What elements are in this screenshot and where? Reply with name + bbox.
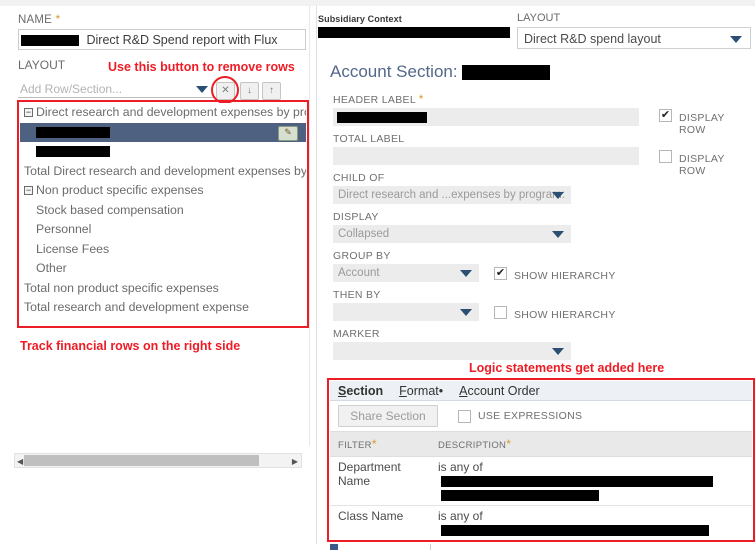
left-panel: NAME * Direct R&D Spend report with Flux… — [0, 6, 316, 544]
total-label-field-group: TOTAL LABEL DISPLAY ROW — [333, 133, 753, 177]
display-select[interactable]: Collapsed — [333, 225, 571, 243]
display-label: DISPLAY — [333, 211, 379, 223]
scrollbar-thumb[interactable] — [24, 455, 259, 466]
child-of-field-group: CHILD OF Direct research and ...expenses… — [333, 172, 753, 204]
bottom-strip — [330, 544, 752, 550]
inner-divider — [309, 6, 310, 446]
move-row-down-button[interactable]: ↓ — [240, 82, 259, 100]
chevron-down-icon[interactable] — [196, 86, 208, 93]
subsidiary-context-group: Subsidiary Context — [318, 14, 510, 38]
layout-select-value: Direct R&D spend layout — [524, 32, 661, 46]
scroll-left-arrow-icon[interactable]: ◀ — [17, 457, 23, 466]
chevron-down-icon[interactable] — [460, 270, 472, 277]
marker-select[interactable] — [333, 342, 571, 360]
annotation-box-section — [327, 378, 755, 542]
header-label-input[interactable] — [333, 108, 639, 126]
layout-select-label: LAYOUT — [517, 12, 561, 24]
child-of-select[interactable]: Direct research and ...expenses by progr… — [333, 186, 571, 204]
header-label-text: HEADER LABEL — [333, 94, 416, 106]
name-input-value: Direct R&D Spend report with Flux — [86, 33, 278, 47]
bottom-strip-marker — [330, 544, 338, 550]
name-field-group: NAME * Direct R&D Spend report with Flux — [18, 12, 310, 50]
right-panel: Subsidiary Context LAYOUT Direct R&D spe… — [317, 6, 755, 550]
layout-select[interactable]: Direct R&D spend layout — [517, 27, 751, 49]
name-label: NAME * — [18, 12, 310, 26]
page-title-redaction — [461, 65, 550, 81]
then-by-label: THEN BY — [333, 289, 381, 301]
group-by-field-group: GROUP BY Account ✔ SHOW HIERARCHY — [333, 250, 753, 282]
display-row-checkbox-2[interactable] — [659, 150, 672, 163]
name-redaction — [21, 35, 79, 47]
header-label-label: HEADER LABEL * — [333, 92, 753, 106]
header-label-field-group: HEADER LABEL * ✔ DISPLAY ROW — [333, 92, 753, 136]
scroll-right-arrow-icon[interactable]: ▶ — [292, 457, 298, 466]
add-row-section-placeholder: Add Row/Section... — [20, 82, 123, 96]
chevron-down-icon[interactable] — [552, 231, 564, 238]
name-input[interactable]: Direct R&D Spend report with Flux — [18, 29, 306, 50]
show-hierarchy-label-1: SHOW HIERARCHY — [514, 270, 616, 282]
section-form: HEADER LABEL * ✔ DISPLAY ROW TOTAL LABEL… — [333, 92, 753, 367]
arrow-up-icon: ↑ — [269, 85, 274, 96]
chevron-down-icon[interactable] — [730, 36, 742, 43]
subsidiary-context-redaction — [318, 27, 510, 38]
group-by-select[interactable]: Account — [333, 264, 479, 282]
page-title: Account Section: — [330, 62, 550, 82]
total-label-input[interactable] — [333, 147, 639, 165]
show-hierarchy-label-2: SHOW HIERARCHY — [514, 309, 616, 321]
chevron-down-icon[interactable] — [460, 309, 472, 316]
show-hierarchy-checkbox-2[interactable] — [494, 306, 507, 319]
add-row-section-select[interactable]: Add Row/Section... — [18, 80, 214, 98]
annotation-remove-rows: Use this button to remove rows — [108, 60, 295, 74]
group-by-label: GROUP BY — [333, 250, 391, 262]
display-row-checkbox-1[interactable]: ✔ — [659, 109, 672, 122]
tree-horizontal-scrollbar[interactable]: ◀ ▶ — [14, 453, 302, 468]
display-value: Collapsed — [338, 228, 390, 240]
total-label-label: TOTAL LABEL — [333, 133, 405, 145]
then-by-field-group: THEN BY SHOW HIERARCHY — [333, 289, 753, 321]
chevron-down-icon[interactable] — [552, 348, 564, 355]
display-field-group: DISPLAY Collapsed — [333, 211, 753, 243]
name-label-text: NAME — [18, 14, 53, 26]
then-by-select[interactable] — [333, 303, 479, 321]
child-of-value: Direct research and ...expenses by progr… — [338, 189, 565, 201]
header-required-star: * — [418, 92, 424, 106]
annotation-logic-statements: Logic statements get added here — [469, 361, 665, 375]
group-by-value: Account — [338, 267, 380, 279]
chevron-down-icon[interactable] — [552, 192, 564, 199]
annotation-box-tree — [17, 100, 309, 328]
subsidiary-context-label: Subsidiary Context — [318, 14, 402, 24]
page-title-text: Account Section: — [330, 62, 458, 81]
bottom-strip-line — [330, 544, 431, 550]
layout-label: LAYOUT — [18, 58, 66, 72]
marker-label: MARKER — [333, 328, 380, 340]
child-of-label: CHILD OF — [333, 172, 385, 184]
layout-select-group: LAYOUT Direct R&D spend layout — [517, 12, 753, 49]
arrow-down-icon: ↓ — [247, 85, 252, 96]
show-hierarchy-checkbox-1[interactable]: ✔ — [494, 267, 507, 280]
header-label-redaction — [337, 111, 427, 123]
annotation-track-rows: Track financial rows on the right side — [20, 339, 241, 353]
move-row-up-button[interactable]: ↑ — [262, 82, 281, 100]
marker-field-group: MARKER — [333, 328, 753, 360]
name-required-star: * — [55, 12, 61, 26]
